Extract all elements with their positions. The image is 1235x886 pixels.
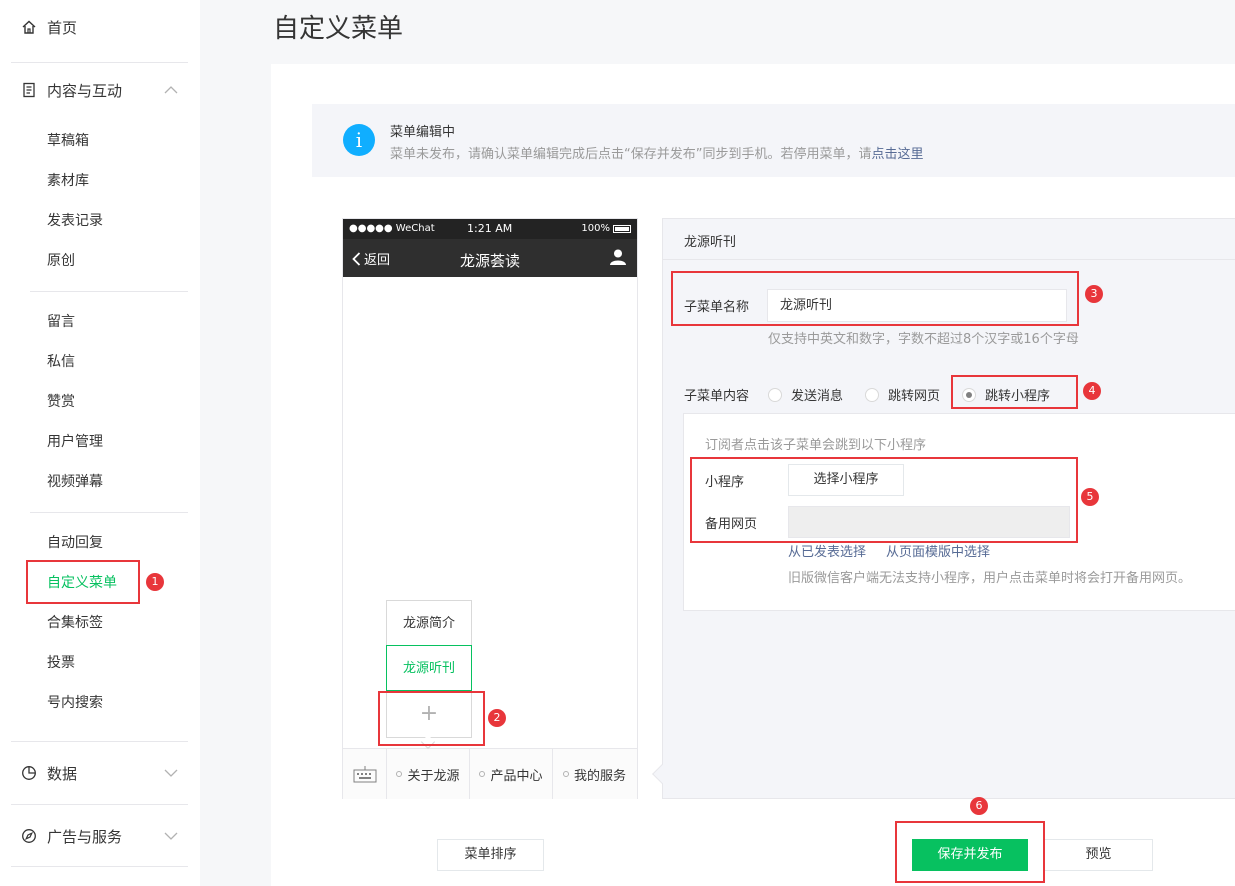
- annotation-badge-6: 6: [970, 797, 988, 815]
- user-icon: [610, 249, 626, 265]
- radio-icon: [865, 387, 879, 402]
- select-published-link[interactable]: 从已发表选择: [788, 541, 866, 560]
- chevron-down-icon[interactable]: [164, 768, 178, 778]
- miniprogram-hint: 订阅者点击该子菜单会跳到以下小程序: [705, 438, 927, 453]
- notice-desc-text: 菜单未发布，请确认菜单编辑完成后点击“保存并发布”同步到手机。若停用菜单，请: [390, 147, 872, 162]
- home-icon: [20, 18, 38, 36]
- chevron-up-icon[interactable]: [164, 85, 178, 95]
- sidebar-group-content[interactable]: 内容与互动: [20, 80, 122, 100]
- highlight-box-3: [671, 271, 1079, 326]
- highlight-box-1: [26, 560, 140, 604]
- menu-tab-services[interactable]: 我的服务: [553, 749, 636, 799]
- sidebar-item-vote[interactable]: 投票: [47, 653, 75, 673]
- menu-tab-products[interactable]: 产品中心: [470, 749, 553, 799]
- select-template-link[interactable]: 从页面模版中选择: [886, 541, 990, 560]
- sidebar-group-label: 数据: [47, 764, 78, 783]
- keyboard-icon[interactable]: [343, 749, 387, 799]
- notice-banner: i 菜单编辑中 菜单未发布，请确认菜单编辑完成后点击“保存并发布”同步到手机。若…: [312, 104, 1235, 177]
- highlight-box-2: [378, 691, 485, 746]
- submenu-content-label: 子菜单内容: [684, 389, 750, 404]
- divider: [11, 866, 188, 867]
- submenu-dot-icon: [479, 771, 486, 777]
- annotation-badge-5: 5: [1081, 488, 1099, 506]
- menu-tab-about[interactable]: 关于龙源: [387, 749, 470, 799]
- annotation-badge-3: 3: [1085, 285, 1103, 303]
- status-time: 1:21 AM: [467, 222, 513, 235]
- sidebar-item-users[interactable]: 用户管理: [47, 432, 103, 452]
- compat-hint: 旧版微信客户端无法支持小程序，用户点击菜单时将会打开备用网页。: [788, 571, 1192, 586]
- info-icon: i: [343, 124, 375, 156]
- sidebar-item-publish-records[interactable]: 发表记录: [47, 211, 103, 231]
- divider: [11, 741, 188, 742]
- sidebar-item-label: 首页: [47, 18, 78, 37]
- sidebar-item-original[interactable]: 原创: [47, 251, 75, 271]
- battery-icon: [613, 224, 631, 233]
- page-title: 自定义菜单: [273, 14, 404, 44]
- submenu-item-intro[interactable]: 龙源简介: [387, 601, 471, 646]
- divider: [30, 291, 188, 292]
- sidebar-group-data[interactable]: 数据: [20, 763, 77, 783]
- pie-chart-icon: [20, 764, 38, 782]
- disable-menu-link[interactable]: 点击这里: [871, 147, 923, 162]
- sidebar-item-rewards[interactable]: 赞赏: [47, 392, 75, 412]
- preview-button[interactable]: 预览: [1044, 839, 1153, 871]
- compass-icon: [20, 827, 38, 845]
- sidebar-item-drafts[interactable]: 草稿箱: [47, 131, 89, 151]
- battery: 100%: [581, 223, 631, 234]
- highlight-box-4: [951, 375, 1078, 409]
- submenu-dot-icon: [562, 771, 569, 777]
- sidebar: 首页 内容与互动 草稿箱 素材库 发表记录 原创 留言 私信 赞赏 用户管理 视…: [0, 0, 200, 886]
- radio-jump-webpage[interactable]: 跳转网页: [865, 385, 940, 404]
- sidebar-item-search[interactable]: 号内搜索: [47, 693, 103, 713]
- radio-send-message[interactable]: 发送消息: [768, 385, 843, 404]
- radio-icon: [768, 387, 782, 402]
- annotation-badge-2: 2: [488, 709, 506, 727]
- carrier: ●●●●● WeChat: [349, 223, 435, 234]
- sidebar-group-label: 广告与服务: [47, 827, 123, 846]
- menu-tab-label: 我的服务: [573, 768, 626, 784]
- sidebar-group-label: 内容与互动: [47, 81, 123, 100]
- highlight-box-5: [690, 457, 1078, 543]
- notice-desc: 菜单未发布，请确认菜单编辑完成后点击“保存并发布”同步到手机。若停用菜单，请点击…: [390, 143, 924, 162]
- status-bar: ●●●●● WeChat 1:21 AM 100%: [343, 219, 637, 239]
- sidebar-group-ads[interactable]: 广告与服务: [20, 826, 122, 846]
- phone-menu-bar: 关于龙源 产品中心 我的服务: [343, 748, 637, 799]
- sidebar-item-collection-tags[interactable]: 合集标签: [47, 613, 103, 633]
- menu-tab-label: 关于龙源: [407, 768, 460, 784]
- annotation-badge-4: 4: [1083, 382, 1101, 400]
- radio-label: 发送消息: [791, 389, 844, 404]
- divider: [30, 512, 188, 513]
- menu-tab-label: 产品中心: [490, 768, 543, 784]
- annotation-badge-1: 1: [146, 573, 164, 591]
- sidebar-item-comments[interactable]: 留言: [47, 312, 75, 332]
- sidebar-item-home[interactable]: 首页: [20, 17, 77, 37]
- account-title: 龙源荟读: [459, 252, 520, 270]
- highlight-box-6: [895, 821, 1045, 883]
- sidebar-item-auto-reply[interactable]: 自动回复: [47, 533, 103, 553]
- divider: [11, 804, 188, 805]
- editor-header: 龙源听刊: [663, 219, 1235, 260]
- sidebar-item-danmaku[interactable]: 视频弹幕: [47, 472, 103, 492]
- menu-sort-button[interactable]: 菜单排序: [437, 839, 544, 871]
- phone-navbar: 返回 龙源荟读: [343, 239, 637, 277]
- radio-label: 跳转网页: [888, 389, 941, 404]
- editor-header-title: 龙源听刊: [684, 235, 737, 250]
- battery-text: 100%: [581, 223, 610, 234]
- submenu-dot-icon: [396, 771, 403, 777]
- sidebar-item-messages[interactable]: 私信: [47, 352, 75, 372]
- divider: [11, 62, 188, 63]
- notice-title: 菜单编辑中: [390, 125, 456, 140]
- sidebar-item-materials[interactable]: 素材库: [47, 171, 89, 191]
- document-icon: [20, 81, 38, 99]
- chevron-down-icon[interactable]: [164, 831, 178, 841]
- name-hint: 仅支持中英文和数字，字数不超过8个汉字或16个字母: [768, 332, 1079, 347]
- submenu-item-listen[interactable]: 龙源听刊: [386, 645, 472, 691]
